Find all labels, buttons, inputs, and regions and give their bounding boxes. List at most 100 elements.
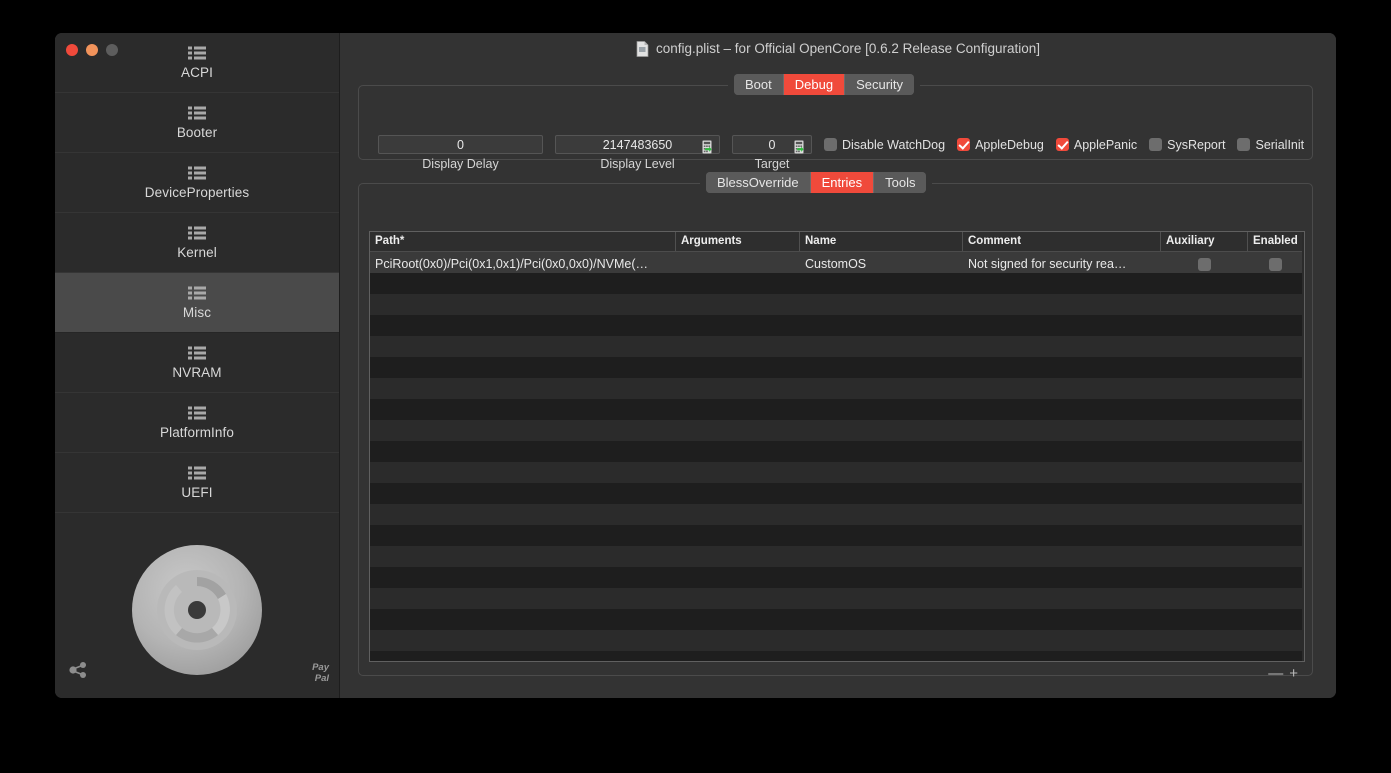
sidebar-item-kernel[interactable]: Kernel bbox=[55, 213, 339, 273]
paypal-line-1: Pay bbox=[312, 662, 329, 673]
list-icon bbox=[188, 406, 206, 420]
add-entry-button[interactable]: + bbox=[1287, 666, 1300, 681]
table-row-empty[interactable] bbox=[370, 294, 1304, 315]
checkbox-unchecked-icon[interactable] bbox=[824, 138, 837, 151]
entries-group-box: Path* Arguments Name Comment Auxiliary Enable… bbox=[358, 183, 1313, 681]
table-row-empty[interactable] bbox=[370, 651, 1304, 661]
close-button[interactable] bbox=[66, 44, 78, 56]
column-header-arguments[interactable]: Arguments bbox=[676, 232, 800, 251]
cell-auxiliary[interactable] bbox=[1161, 252, 1248, 273]
table-row-empty[interactable] bbox=[370, 378, 1304, 399]
table-vertical-scrollbar[interactable] bbox=[1302, 232, 1304, 661]
cell-enabled[interactable] bbox=[1248, 252, 1303, 273]
checkbox-label: Disable WatchDog bbox=[842, 137, 946, 152]
tab-security[interactable]: Security bbox=[845, 74, 915, 95]
checkbox-sysreport[interactable]: SysReport bbox=[1149, 138, 1225, 152]
field-label: Display Level bbox=[600, 157, 675, 171]
checkbox-label: ApplePanic bbox=[1073, 137, 1138, 152]
checkbox-checked-icon[interactable] bbox=[1055, 138, 1069, 151]
checkbox-checked-icon[interactable] bbox=[957, 138, 971, 151]
remove-entry-button[interactable]: — bbox=[1266, 666, 1285, 681]
checkbox-unchecked-icon[interactable] bbox=[1198, 257, 1211, 271]
table-row-empty[interactable] bbox=[370, 525, 1304, 546]
checkbox-applepanic[interactable]: ApplePanic bbox=[1055, 137, 1138, 152]
column-header-enabled[interactable]: Enabled bbox=[1248, 232, 1303, 251]
list-icon bbox=[188, 166, 206, 180]
table-row-empty[interactable] bbox=[370, 504, 1304, 525]
list-icon bbox=[188, 466, 206, 480]
display-delay-input[interactable]: 0 bbox=[378, 135, 543, 154]
sidebar: ACPI Booter DeviceProperties Kernel Misc NVRA… bbox=[55, 33, 340, 698]
table-row-empty[interactable] bbox=[370, 441, 1304, 462]
zoom-button[interactable] bbox=[106, 44, 118, 56]
sidebar-item-nvram[interactable]: NVRAM bbox=[55, 333, 339, 393]
top-tab-bar[interactable]: Boot Debug Security bbox=[734, 74, 915, 95]
checkbox-unchecked-icon[interactable] bbox=[1269, 257, 1282, 271]
opencore-disc-logo bbox=[55, 543, 339, 678]
table-body[interactable]: PciRoot(0x0)/Pci(0x1,0x1)/Pci(0x0,0x0)/N… bbox=[370, 252, 1304, 661]
checkbox-serialinit[interactable]: SerialInit bbox=[1237, 138, 1304, 152]
content-area: config.plist – for Official OpenCore [0.… bbox=[340, 33, 1336, 698]
table-row-empty[interactable] bbox=[370, 336, 1304, 357]
sidebar-item-platforminfo[interactable]: PlatformInfo bbox=[55, 393, 339, 453]
sidebar-item-acpi[interactable]: ACPI bbox=[55, 33, 339, 93]
table-row-empty[interactable] bbox=[370, 315, 1304, 336]
table-row-empty[interactable] bbox=[370, 399, 1304, 420]
calculator-icon[interactable] bbox=[794, 138, 809, 154]
table-row[interactable]: PciRoot(0x0)/Pci(0x1,0x1)/Pci(0x0,0x0)/N… bbox=[370, 252, 1304, 273]
cell-path[interactable]: PciRoot(0x0)/Pci(0x1,0x1)/Pci(0x0,0x0)/N… bbox=[370, 252, 676, 273]
table-row-empty[interactable] bbox=[370, 630, 1304, 651]
tab-entries[interactable]: Entries bbox=[810, 172, 875, 193]
cell-arguments[interactable] bbox=[676, 252, 800, 273]
minimize-button[interactable] bbox=[86, 44, 98, 56]
sidebar-item-booter[interactable]: Booter bbox=[55, 93, 339, 153]
target-input[interactable]: 0 bbox=[732, 135, 812, 154]
column-header-path[interactable]: Path* bbox=[370, 232, 676, 251]
table-row-empty[interactable] bbox=[370, 567, 1304, 588]
checkbox-unchecked-icon[interactable] bbox=[1149, 138, 1163, 151]
sidebar-nav: ACPI Booter DeviceProperties Kernel Misc NVRA… bbox=[55, 33, 339, 513]
table-row-empty[interactable] bbox=[370, 483, 1304, 504]
table-row-empty[interactable] bbox=[370, 420, 1304, 441]
sidebar-item-label: PlatformInfo bbox=[160, 424, 234, 440]
checkbox-unchecked-icon[interactable] bbox=[1237, 138, 1251, 151]
tab-blessoverride[interactable]: BlessOverride bbox=[706, 172, 811, 193]
debug-group-box: 0 Display Delay 2147483650 Display Level 0 Ta… bbox=[358, 85, 1316, 171]
sidebar-item-misc[interactable]: Misc bbox=[55, 273, 339, 333]
sidebar-item-uefi[interactable]: UEFI bbox=[55, 453, 339, 513]
checkbox-label: SerialInit bbox=[1255, 137, 1305, 152]
entries-table[interactable]: Path* Arguments Name Comment Auxiliary Enable… bbox=[369, 231, 1305, 662]
sidebar-item-label: Kernel bbox=[177, 244, 217, 260]
document-icon bbox=[636, 40, 649, 57]
debug-checkbox-group: Disable WatchDog AppleDebug ApplePanic SysR… bbox=[824, 135, 1316, 154]
sub-tab-bar[interactable]: BlessOverride Entries Tools bbox=[706, 172, 927, 193]
tab-tools[interactable]: Tools bbox=[874, 172, 927, 193]
table-add-remove-controls[interactable]: — + bbox=[1266, 666, 1300, 681]
table-row-empty[interactable] bbox=[370, 546, 1304, 567]
checkbox-disable-watchdog[interactable]: Disable WatchDog bbox=[824, 138, 945, 152]
sidebar-item-label: UEFI bbox=[181, 484, 213, 500]
cell-comment[interactable]: Not signed for security rea… bbox=[963, 252, 1161, 273]
table-row-empty[interactable] bbox=[370, 273, 1304, 294]
calculator-icon[interactable] bbox=[702, 138, 717, 154]
column-header-name[interactable]: Name bbox=[800, 232, 963, 251]
tab-boot[interactable]: Boot bbox=[734, 74, 784, 95]
field-display-delay: 0 Display Delay bbox=[378, 135, 543, 171]
checkbox-appledebug[interactable]: AppleDebug bbox=[957, 138, 1044, 152]
table-row-empty[interactable] bbox=[370, 462, 1304, 483]
window-title: config.plist – for Official OpenCore [0.… bbox=[656, 41, 1040, 56]
sidebar-item-deviceproperties[interactable]: DeviceProperties bbox=[55, 153, 339, 213]
checkbox-label: SysReport bbox=[1167, 137, 1226, 152]
sidebar-item-label: Booter bbox=[176, 124, 218, 140]
cell-name[interactable]: CustomOS bbox=[800, 252, 963, 273]
column-header-auxiliary[interactable]: Auxiliary bbox=[1161, 232, 1248, 251]
sidebar-item-label: NVRAM bbox=[172, 364, 222, 380]
paypal-link[interactable]: Pay Pal bbox=[312, 662, 329, 684]
column-header-comment[interactable]: Comment bbox=[963, 232, 1161, 251]
table-row-empty[interactable] bbox=[370, 588, 1304, 609]
share-icon[interactable] bbox=[68, 660, 88, 680]
table-row-empty[interactable] bbox=[370, 609, 1304, 630]
tab-debug[interactable]: Debug bbox=[783, 74, 846, 95]
display-level-input[interactable]: 2147483650 bbox=[555, 135, 720, 154]
table-row-empty[interactable] bbox=[370, 357, 1304, 378]
